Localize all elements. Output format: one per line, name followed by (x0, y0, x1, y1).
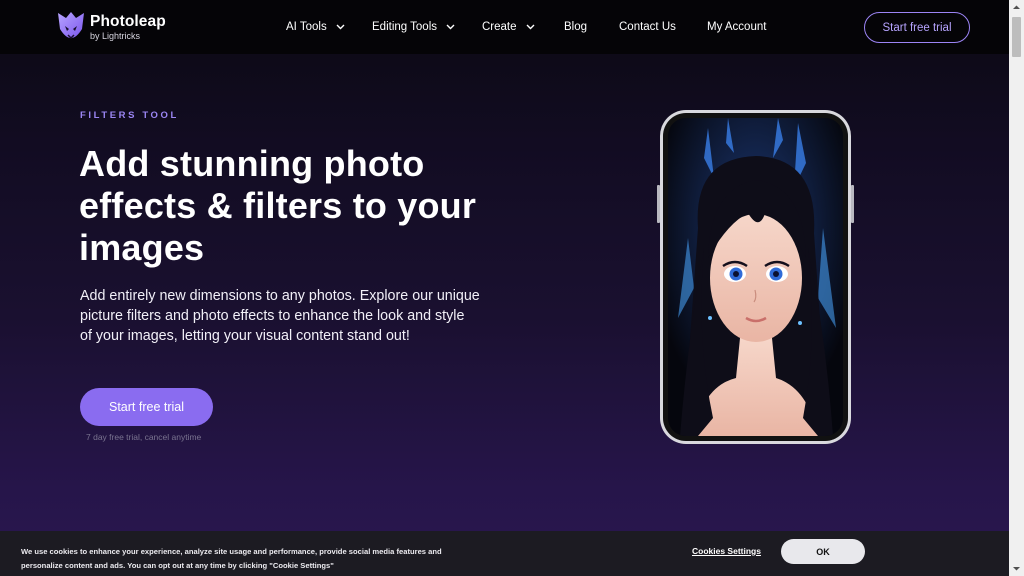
nav-label: AI Tools (286, 21, 327, 33)
scroll-up-arrow-icon[interactable] (1009, 0, 1024, 15)
phone-mockup (660, 110, 851, 444)
nav-label: Editing Tools (372, 21, 437, 33)
hero-headline: Add stunning photo effects & filters to … (79, 143, 477, 268)
scroll-down-arrow-icon[interactable] (1009, 561, 1024, 576)
hero-eyebrow: FILTERS TOOL (80, 110, 179, 121)
cookie-ok-button[interactable]: OK (781, 539, 865, 564)
chevron-down-icon (336, 24, 345, 30)
chevron-down-icon (446, 24, 455, 30)
main-nav: AI Tools Editing Tools Create Blog Conta… (0, 18, 1009, 36)
page-scrollbar[interactable] (1009, 0, 1024, 576)
nav-contact-us[interactable]: Contact Us (619, 18, 676, 36)
page: Photoleap by Lightricks AI Tools Editing… (0, 0, 1009, 576)
nav-blog[interactable]: Blog (564, 18, 587, 36)
hero-start-trial-button[interactable]: Start free trial (80, 388, 213, 426)
nav-ai-tools[interactable]: AI Tools (286, 18, 345, 36)
nav-label: Blog (564, 21, 588, 33)
nav-create[interactable]: Create (482, 18, 535, 36)
header-start-trial-button[interactable]: Start free trial (864, 12, 970, 43)
chevron-down-icon (526, 24, 535, 30)
phone-side-button (851, 185, 854, 223)
nav-label: Contact Us (619, 21, 676, 33)
cookie-banner: We use cookies to enhance your experienc… (0, 531, 1009, 576)
cookie-message: We use cookies to enhance your experienc… (21, 547, 442, 570)
cookie-settings-link[interactable]: Cookies Settings (692, 546, 761, 556)
nav-my-account[interactable]: My Account (707, 18, 766, 36)
hero-description: Add entirely new dimensions to any photo… (80, 288, 480, 344)
nav-label: Create (482, 21, 517, 33)
nav-label: My Account (707, 21, 767, 33)
portrait-image (668, 118, 843, 436)
scroll-thumb[interactable] (1012, 17, 1021, 57)
trial-note: 7 day free trial, cancel anytime (86, 432, 202, 442)
nav-editing-tools[interactable]: Editing Tools (372, 18, 455, 36)
site-header: Photoleap by Lightricks AI Tools Editing… (0, 0, 1009, 54)
